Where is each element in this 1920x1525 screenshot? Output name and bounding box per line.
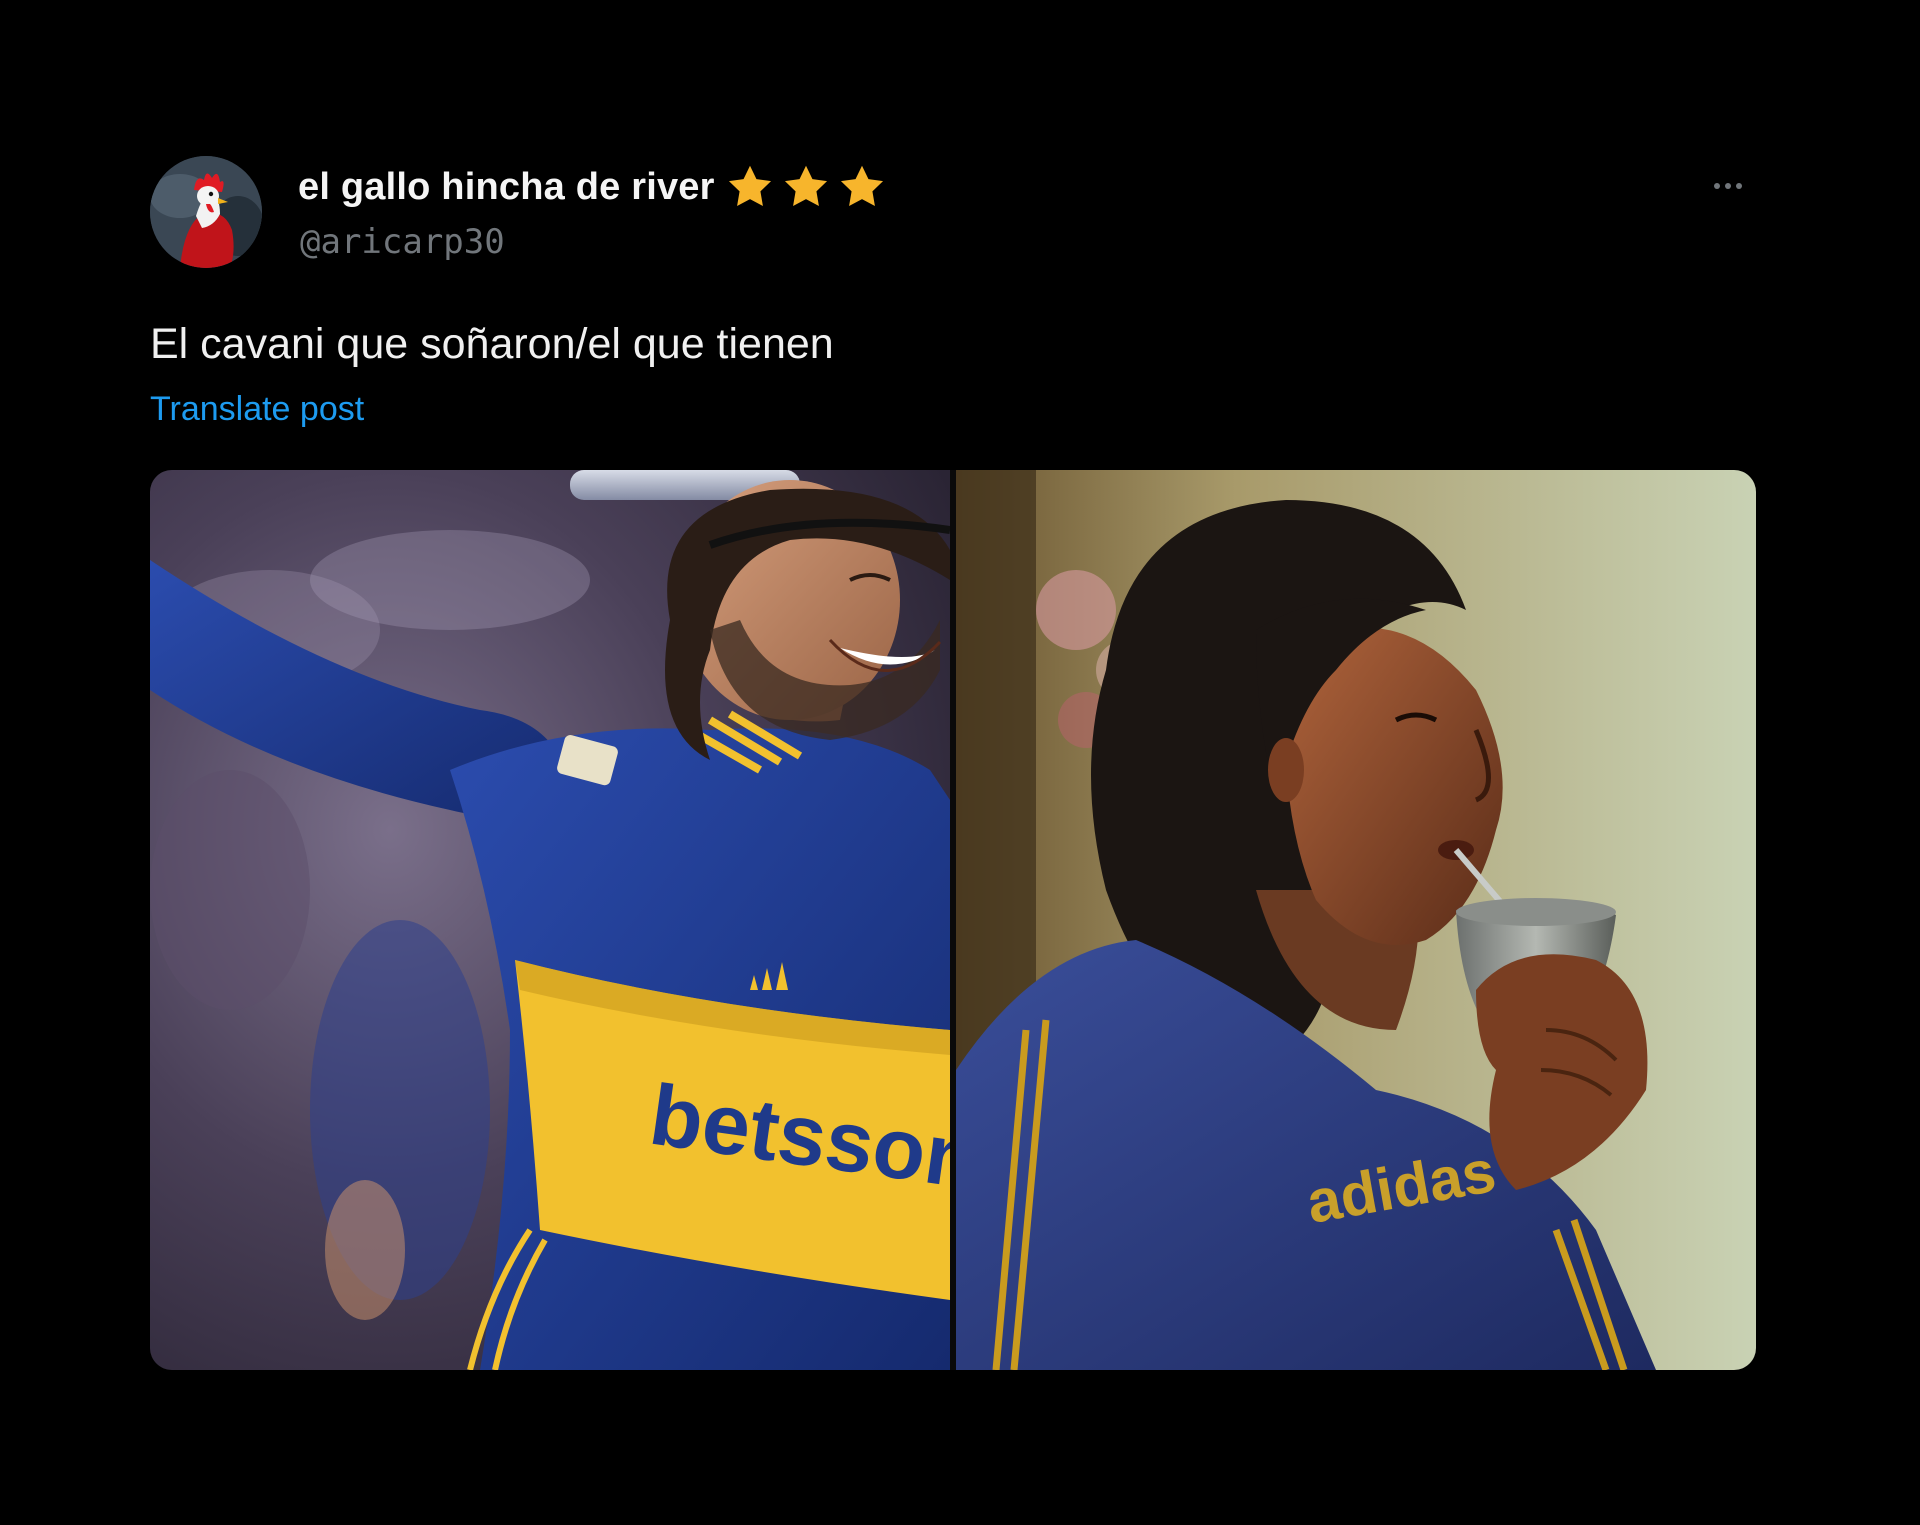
star-icon [781,162,831,212]
star-icon [725,162,775,212]
post-card: el gallo hincha de river @aricarp30 El c… [150,150,1756,1380]
avatar[interactable] [150,156,262,268]
star-icon [837,162,887,212]
name-row: el gallo hincha de river [298,162,887,212]
display-name[interactable]: el gallo hincha de river [298,166,715,209]
media-photo-right[interactable]: adidas [956,470,1756,1370]
user-handle[interactable]: @aricarp30 [300,222,505,262]
star-badges [725,162,887,212]
media-photo-left[interactable]: betsson [150,470,950,1370]
more-options-icon[interactable] [1700,170,1756,202]
rooster-avatar-icon [150,156,262,268]
post-media: betsson adidas [150,470,1756,1370]
post-text: El cavani que soñaron/el que tienen [150,320,834,368]
translate-post-link[interactable]: Translate post [150,390,364,429]
